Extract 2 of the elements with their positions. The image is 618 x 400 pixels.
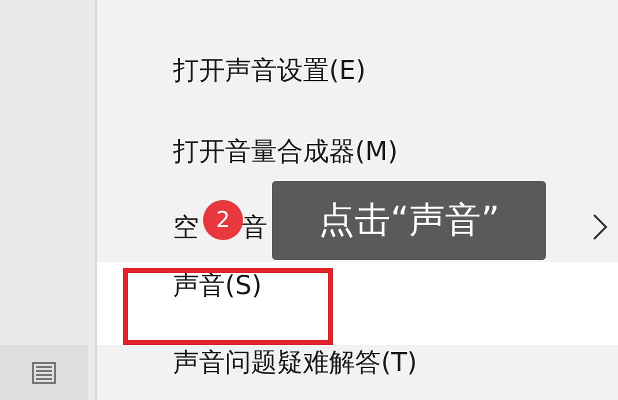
step-badge: 2 xyxy=(203,200,243,240)
tooltip: 点击“声音” xyxy=(272,181,546,260)
